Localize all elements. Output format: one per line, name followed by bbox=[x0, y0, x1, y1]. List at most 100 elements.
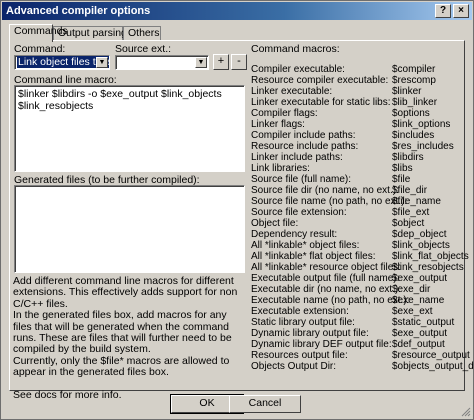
macro-row: Static library output file: $static_outpu… bbox=[251, 317, 461, 328]
macro-name: Dynamic library DEF output file: bbox=[251, 339, 392, 350]
macro-value: $link_options bbox=[392, 119, 451, 130]
macro-row: Source file (full name): $file bbox=[251, 174, 461, 185]
macro-row: Linker include paths: $libdirs bbox=[251, 152, 461, 163]
macro-name: Executable extension: bbox=[251, 306, 349, 317]
command-select[interactable]: Link object files to exe ▼ bbox=[14, 55, 110, 70]
macro-value: $options bbox=[392, 108, 430, 119]
macro-name: Executable output file (full name): bbox=[251, 273, 400, 284]
macro-value: $rescomp bbox=[392, 75, 436, 86]
macro-row: Dynamic library DEF output file: $def_out… bbox=[251, 339, 461, 350]
cancel-button[interactable]: Cancel bbox=[229, 395, 301, 413]
macro-value: $file_name bbox=[392, 196, 441, 207]
macro-row: Object file: $object bbox=[251, 218, 461, 229]
help-text: Add different command line macros for di… bbox=[13, 275, 241, 401]
window-title: Advanced compiler options bbox=[6, 5, 151, 17]
macro-value: $static_output bbox=[392, 317, 455, 328]
macro-row: All *linkable* object files: $link_object… bbox=[251, 240, 461, 251]
chevron-down-icon[interactable]: ▼ bbox=[195, 57, 207, 68]
macro-row: Link libraries: $libs bbox=[251, 163, 461, 174]
macro-name: Resources output file: bbox=[251, 350, 348, 361]
macro-name: Dependency result: bbox=[251, 229, 338, 240]
macro-value: $exe_output bbox=[392, 273, 448, 284]
help-paragraph: In the generated files box, add macros f… bbox=[13, 309, 232, 356]
macro-row: All *linkable* resource object files: $li… bbox=[251, 262, 464, 273]
macro-value: $exe_ext bbox=[392, 306, 433, 317]
source-ext-select[interactable]: ▼ bbox=[115, 55, 209, 70]
macro-value: $file_ext bbox=[392, 207, 430, 218]
macro-value: $link_flat_objects bbox=[392, 251, 469, 262]
generated-files-textarea[interactable] bbox=[14, 185, 245, 273]
close-icon[interactable]: × bbox=[453, 4, 469, 18]
macro-value: $lib_linker bbox=[392, 97, 438, 108]
command-line-macro-value: $linker $libdirs -o $exe_output $link_ob… bbox=[18, 88, 222, 112]
macro-value: $file_dir bbox=[392, 185, 428, 196]
macro-name: Static library output file: bbox=[251, 317, 355, 328]
add-extension-button[interactable]: + bbox=[213, 54, 229, 70]
macro-value: $exe_name bbox=[392, 295, 445, 306]
macro-value: $exe_output bbox=[392, 328, 448, 339]
macro-value: $resource_output bbox=[392, 350, 470, 361]
macro-value: $exe_dir bbox=[392, 284, 431, 295]
macro-row: Resource include paths: $res_includes bbox=[251, 141, 461, 152]
macro-name: Compiler executable: bbox=[251, 64, 345, 75]
macro-row: Source file name (no path, no ext.): $fil… bbox=[251, 196, 461, 207]
macro-name: All *linkable* object files: bbox=[251, 240, 360, 251]
macro-value: $res_includes bbox=[392, 141, 454, 152]
macro-row: Compiler executable: $compiler bbox=[251, 64, 461, 75]
help-icon[interactable]: ? bbox=[435, 4, 451, 18]
macro-row: Source file dir (no name, no ext.): $file… bbox=[251, 185, 461, 196]
macro-value: $def_output bbox=[392, 339, 445, 350]
remove-extension-button[interactable]: - bbox=[231, 54, 247, 70]
macro-row: Linker executable: $linker bbox=[251, 86, 461, 97]
chevron-down-icon[interactable]: ▼ bbox=[96, 57, 108, 68]
macro-value: $objects_output_dir bbox=[392, 361, 474, 372]
macro-row: Dynamic library output file: $exe_output bbox=[251, 328, 461, 339]
macro-row: Executable name (no path, no ext.): $exe_… bbox=[251, 295, 461, 306]
macro-row: Executable output file (full name): $exe_… bbox=[251, 273, 461, 284]
macro-name: Source file dir (no name, no ext.): bbox=[251, 185, 399, 196]
macro-value: $linker bbox=[392, 86, 422, 97]
macro-row: All *linkable* flat object files: $link_f… bbox=[251, 251, 469, 262]
macro-row: Linker flags: $link_options bbox=[251, 119, 461, 130]
title-bar: Advanced compiler options × ? bbox=[2, 2, 472, 20]
macro-value: $object bbox=[392, 218, 425, 229]
macro-name: Linker flags: bbox=[251, 119, 305, 130]
macro-row: Source file extension: $file_ext bbox=[251, 207, 461, 218]
macro-name: All *linkable* flat object files: bbox=[251, 251, 376, 262]
macro-name: Resource include paths: bbox=[251, 141, 359, 152]
macro-row: Executable dir (no name, no ext.): $exe_d… bbox=[251, 284, 461, 295]
macro-row: Dependency result: $dep_object bbox=[251, 229, 461, 240]
macro-value: $link_objects bbox=[392, 240, 450, 251]
macro-row: Executable extension: $exe_ext bbox=[251, 306, 461, 317]
tab-label: Others bbox=[128, 27, 160, 39]
macro-name: Compiler flags: bbox=[251, 108, 318, 119]
macro-name: Compiler include paths: bbox=[251, 130, 356, 141]
macro-value: $dep_object bbox=[392, 229, 447, 240]
macro-row: Compiler include paths: $includes bbox=[251, 130, 461, 141]
macro-name: Dynamic library output file: bbox=[251, 328, 369, 339]
macro-row: Resources output file: $resource_output bbox=[251, 350, 470, 361]
macro-name: Executable dir (no name, no ext.): bbox=[251, 284, 402, 295]
macro-value: $includes bbox=[392, 130, 435, 141]
advanced-compiler-options-dialog: Advanced compiler options × ? Commands O… bbox=[0, 0, 474, 420]
macro-name: Linker executable for static libs: bbox=[251, 97, 391, 108]
macro-name: Link libraries: bbox=[251, 163, 310, 174]
macro-name: Object file: bbox=[251, 218, 299, 229]
macro-value: $link_resobjects bbox=[392, 262, 464, 273]
command-macros-header: Command macros: bbox=[251, 43, 340, 55]
tab-commands[interactable]: Commands bbox=[9, 24, 68, 42]
macro-row: Resource compiler executable: $rescomp bbox=[251, 75, 461, 86]
command-line-macro-textarea[interactable]: $linker $libdirs -o $exe_output $link_ob… bbox=[14, 85, 245, 172]
macro-name: Executable name (no path, no ext.): bbox=[251, 295, 410, 306]
macro-name: Linker executable: bbox=[251, 86, 333, 97]
macro-value: $libdirs bbox=[392, 152, 424, 163]
macro-name: Source file name (no path, no ext.): bbox=[251, 196, 408, 207]
macro-value: $libs bbox=[392, 163, 413, 174]
help-paragraph: Add different command line macros for di… bbox=[13, 275, 238, 310]
tab-others[interactable]: Others bbox=[123, 26, 161, 41]
macro-value: $file bbox=[392, 174, 411, 185]
macro-name: Source file extension: bbox=[251, 207, 347, 218]
macro-row: Objects Output Dir: $objects_output_dir bbox=[251, 361, 474, 372]
resize-grip-icon[interactable] bbox=[461, 407, 471, 417]
macro-name: Objects Output Dir: bbox=[251, 361, 337, 372]
